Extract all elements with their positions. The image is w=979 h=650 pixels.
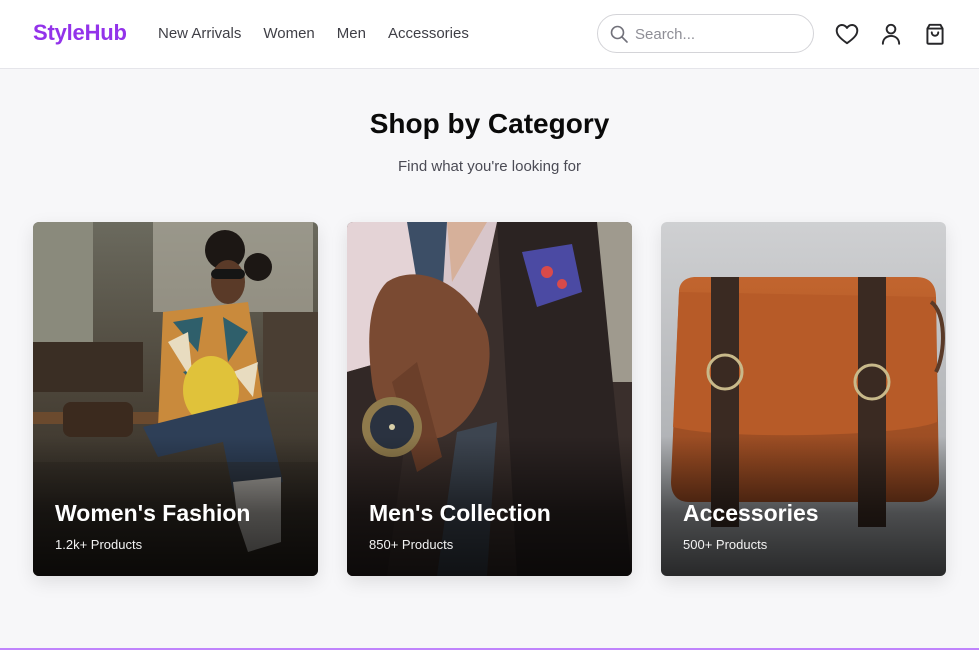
- nav-men[interactable]: Men: [337, 25, 366, 42]
- search-icon: [610, 25, 628, 43]
- page-subtitle: Find what you're looking for: [398, 158, 581, 175]
- category-title: Accessories: [683, 500, 819, 526]
- category-count: 850+ Products: [369, 537, 454, 552]
- category-card-accessories[interactable]: Accessories 500+ Products: [661, 222, 946, 576]
- category-title: Women's Fashion: [55, 500, 251, 526]
- site-header: StyleHub New Arrivals Women Men Accessor…: [0, 0, 979, 69]
- category-title: Men's Collection: [369, 500, 551, 526]
- nav-new-arrivals[interactable]: New Arrivals: [158, 25, 241, 42]
- nav-women[interactable]: Women: [263, 25, 314, 42]
- main-nav: New Arrivals Women Men Accessories: [158, 25, 491, 42]
- user-icon[interactable]: [878, 21, 904, 47]
- category-count: 1.2k+ Products: [55, 537, 143, 552]
- category-count: 500+ Products: [683, 537, 768, 552]
- heart-icon[interactable]: [834, 21, 860, 47]
- category-card-women[interactable]: Women's Fashion 1.2k+ Products: [33, 222, 318, 576]
- search-box[interactable]: [597, 14, 814, 53]
- page-title: Shop by Category: [369, 108, 610, 139]
- brand-logo[interactable]: StyleHub: [33, 20, 127, 46]
- category-card-men[interactable]: Men's Collection 850+ Products: [347, 222, 632, 576]
- search-input[interactable]: [635, 23, 803, 45]
- nav-accessories[interactable]: Accessories: [388, 25, 469, 42]
- shopping-bag-icon[interactable]: [922, 21, 948, 47]
